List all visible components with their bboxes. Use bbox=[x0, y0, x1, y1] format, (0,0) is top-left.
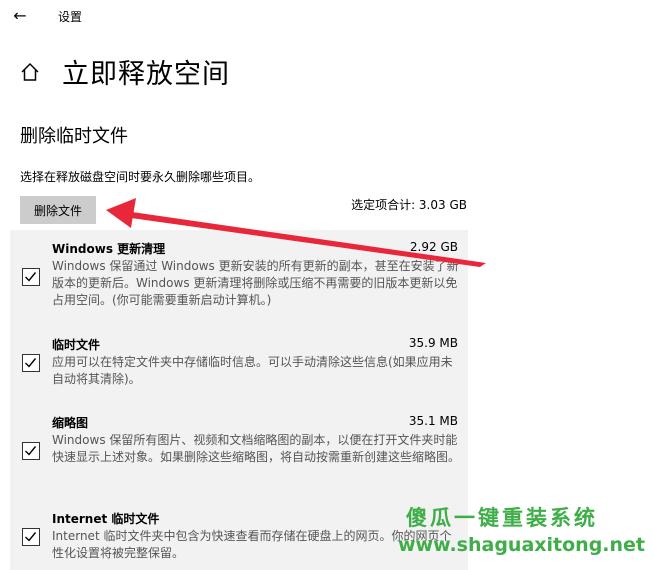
check-icon bbox=[25, 272, 37, 282]
item-checkbox[interactable] bbox=[22, 354, 40, 372]
item-description: Windows 保留通过 Windows 更新安装的所有更新的副本，甚至在安装了… bbox=[52, 259, 459, 307]
item-name: 缩略图 bbox=[52, 416, 89, 430]
watermark-url: www.shaguaxitong.net bbox=[398, 534, 646, 556]
selected-total: 选定项合计: 3.03 GB bbox=[351, 198, 467, 212]
item-checkbox[interactable] bbox=[22, 268, 40, 286]
section-title: 删除临时文件 bbox=[20, 126, 128, 147]
item-size: 35.9 MB bbox=[408, 336, 458, 350]
item-checkbox[interactable] bbox=[22, 442, 40, 460]
section-description: 选择在释放磁盘空间时要永久删除哪些项目。 bbox=[20, 170, 261, 184]
home-icon bbox=[21, 62, 39, 81]
item-name: 临时文件 bbox=[52, 338, 101, 352]
item-checkbox[interactable] bbox=[22, 528, 40, 546]
check-icon bbox=[25, 532, 37, 542]
item-description: 应用可以在特定文件夹中存储临时信息。可以手动清除这些信息(如果应用未自动将其清除… bbox=[52, 355, 453, 386]
app-title: 设置 bbox=[58, 10, 83, 24]
watermark: 傻瓜一键重装系统 www.shaguaxitong.net bbox=[398, 500, 653, 567]
item-size: 2.92 GB bbox=[409, 240, 458, 254]
check-icon bbox=[25, 446, 37, 456]
item-name: Windows 更新清理 bbox=[52, 242, 166, 256]
title-bar: ← 设置 bbox=[0, 0, 653, 32]
item-name: Internet 临时文件 bbox=[52, 512, 160, 526]
watermark-title: 傻瓜一键重装系统 bbox=[406, 506, 598, 530]
page-title: 立即释放空间 bbox=[62, 59, 230, 90]
item-size: 35.1 MB bbox=[408, 414, 458, 428]
check-icon bbox=[25, 358, 37, 368]
back-arrow-icon[interactable]: ← bbox=[10, 6, 30, 26]
item-description: Windows 保留所有图片、视频和文档缩略图的副本，以便在打开文件夹时能快速显… bbox=[52, 433, 461, 464]
delete-files-button[interactable]: 删除文件 bbox=[20, 196, 96, 224]
